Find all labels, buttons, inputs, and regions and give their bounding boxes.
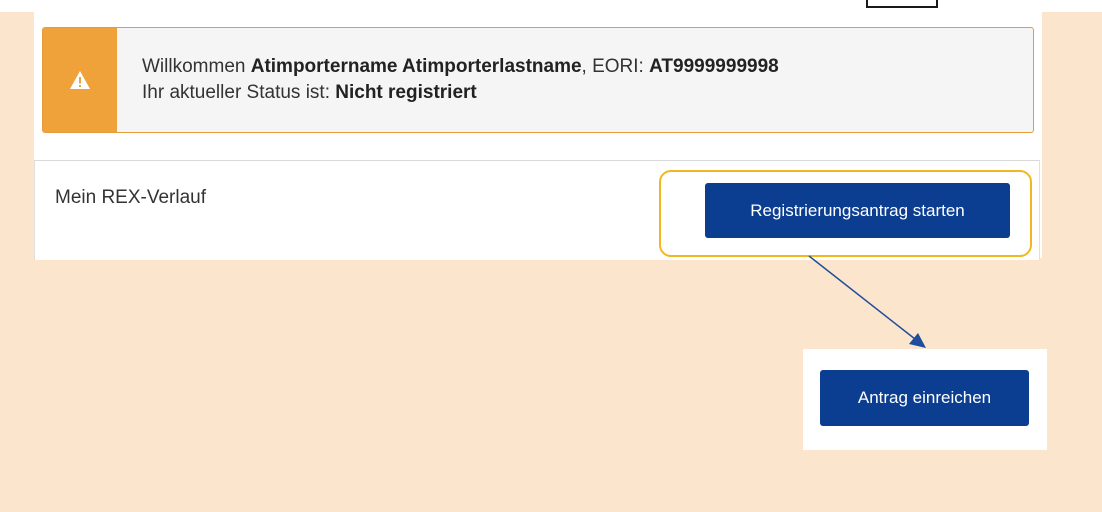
rex-panel: Willkommen Atimportername Atimporterlast…	[34, 12, 1042, 260]
tutorial-canvas: Willkommen Atimportername Atimporterlast…	[0, 0, 1102, 512]
start-registration-button[interactable]: Registrierungsantrag starten	[705, 183, 1010, 238]
status-value: Nicht registriert	[335, 82, 477, 103]
alert-message: Willkommen Atimportername Atimporterlast…	[142, 54, 779, 106]
rex-history-section: Mein REX-Verlauf Registrierungsantrag st…	[34, 160, 1040, 260]
eori-label: , EORI:	[581, 56, 650, 77]
greeting-text: Willkommen	[142, 56, 251, 77]
warning-icon	[70, 71, 90, 89]
top-tab-marker	[866, 0, 938, 8]
welcome-line: Willkommen Atimportername Atimporterlast…	[142, 54, 779, 80]
history-title: Mein REX-Verlauf	[55, 187, 207, 208]
status-line: Ihr aktueller Status ist: Nicht registri…	[142, 80, 779, 106]
status-label: Ihr aktueller Status ist:	[142, 82, 336, 103]
submit-application-button[interactable]: Antrag einreichen	[820, 370, 1029, 426]
user-name: Atimportername Atimporterlastname	[250, 56, 582, 77]
status-alert: Willkommen Atimportername Atimporterlast…	[42, 27, 1034, 133]
alert-icon-bar	[43, 28, 117, 132]
eori-value: AT9999999998	[649, 56, 779, 77]
submit-panel: Antrag einreichen	[803, 349, 1047, 450]
